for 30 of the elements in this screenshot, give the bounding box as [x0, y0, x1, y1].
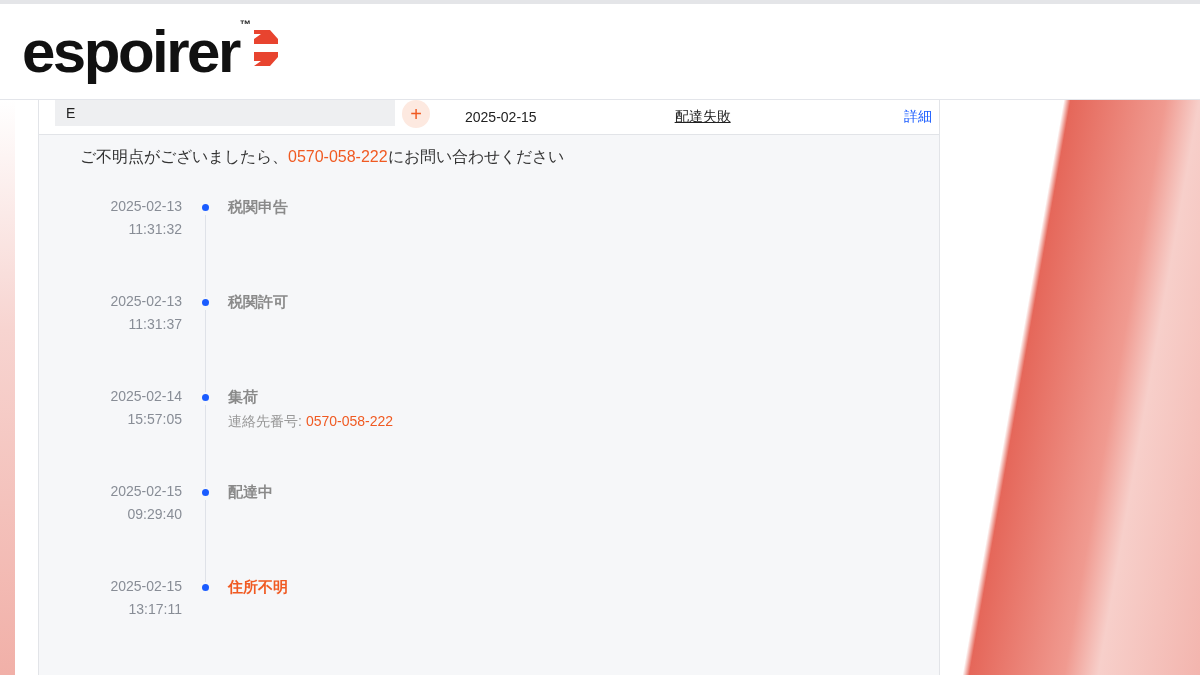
- shipment-date: 2025-02-15: [465, 109, 537, 125]
- timeline-dot: [201, 394, 209, 401]
- event-time: 13:17:11: [128, 601, 182, 617]
- event-date: 2025-02-13: [110, 198, 182, 214]
- arrow-logo-icon: [252, 29, 279, 66]
- tracking-number-field[interactable]: E: [55, 100, 395, 126]
- event-title: 集荷: [228, 388, 259, 407]
- brand-logo[interactable]: espoirer: [22, 21, 239, 82]
- event-time: 15:57:05: [127, 411, 182, 427]
- contact-label: 連絡先番号:: [228, 413, 302, 431]
- event-title: 税関申告: [228, 198, 288, 217]
- contact-phone: 0570-058-222: [305, 413, 394, 431]
- event-time: 11:31:37: [128, 316, 182, 332]
- timeline-dot: [201, 204, 209, 211]
- delivery-status-link[interactable]: 配達失敗: [674, 108, 731, 126]
- event-date: 2025-02-15: [110, 578, 182, 594]
- event-title: 住所不明: [228, 578, 288, 597]
- timeline-dot: [201, 299, 209, 306]
- contact-notice: ご不明点がございましたら、0570-058-222にお問い合わせください: [80, 147, 565, 167]
- trademark-mark: ™: [239, 17, 251, 30]
- event-date: 2025-02-15: [110, 483, 182, 499]
- timeline-dot: [201, 489, 209, 496]
- timeline-dot: [201, 584, 209, 591]
- event-time: 11:31:32: [128, 221, 182, 237]
- event-date: 2025-02-13: [110, 293, 182, 309]
- event-date: 2025-02-14: [110, 388, 182, 404]
- event-title: 配達中: [228, 483, 273, 502]
- event-title: 税関許可: [228, 293, 288, 312]
- event-time: 09:29:40: [127, 506, 182, 522]
- details-link[interactable]: 詳細: [904, 108, 932, 126]
